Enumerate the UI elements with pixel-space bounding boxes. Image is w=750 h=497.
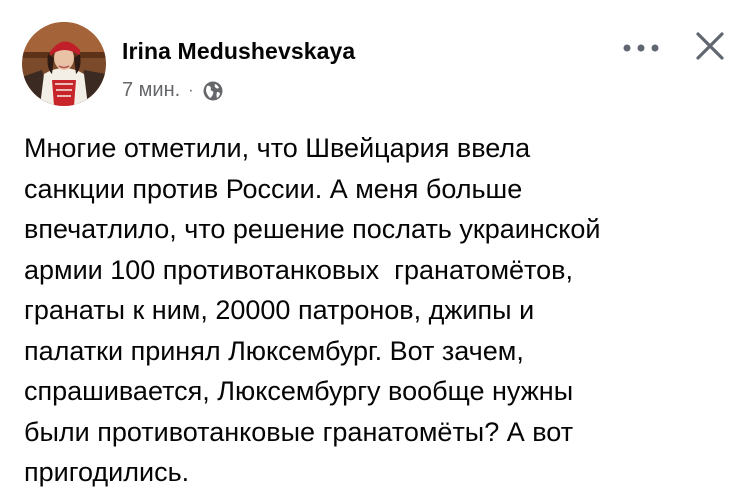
avatar-photo <box>22 22 106 106</box>
post-text-line: были противотанковые гранатомёты? А вот <box>24 416 574 447</box>
post-text-line: санкции против России. А меня больше <box>24 173 523 204</box>
post-meta: 7 мин. · <box>122 79 224 102</box>
post-text-line: палатки принял Люксембург. Вот зачем, <box>24 335 524 366</box>
more-options-button[interactable] <box>616 30 666 66</box>
post-text-line: впечатлило, что решение послать украинск… <box>24 214 601 244</box>
facebook-post: Irina Medushevskaya 7 мин. · Многие отме… <box>0 0 750 497</box>
post-timestamp[interactable]: 7 мин. <box>122 79 180 102</box>
post-text-line: армии 100 противотанковых гранатомётов, <box>24 254 573 285</box>
post-text-line: Многие отметили, что Швейцария ввела <box>24 133 531 163</box>
post-body-text: Многие отметили, что Швейцария ввела сан… <box>24 128 734 493</box>
author-name[interactable]: Irina Medushevskaya <box>122 38 355 65</box>
close-button[interactable] <box>688 24 732 68</box>
post-text-line: гранаты к ним, 20000 патронов, джипы и <box>24 295 535 325</box>
close-icon <box>696 32 724 60</box>
post-text-line: пригодились. <box>24 457 190 487</box>
more-dots-icon <box>623 44 659 52</box>
post-text-line: спрашивается, Люксембургу вообще нужны <box>24 376 574 406</box>
meta-separator: · <box>188 81 194 99</box>
globe-icon <box>202 80 224 102</box>
author-avatar[interactable] <box>22 22 106 106</box>
